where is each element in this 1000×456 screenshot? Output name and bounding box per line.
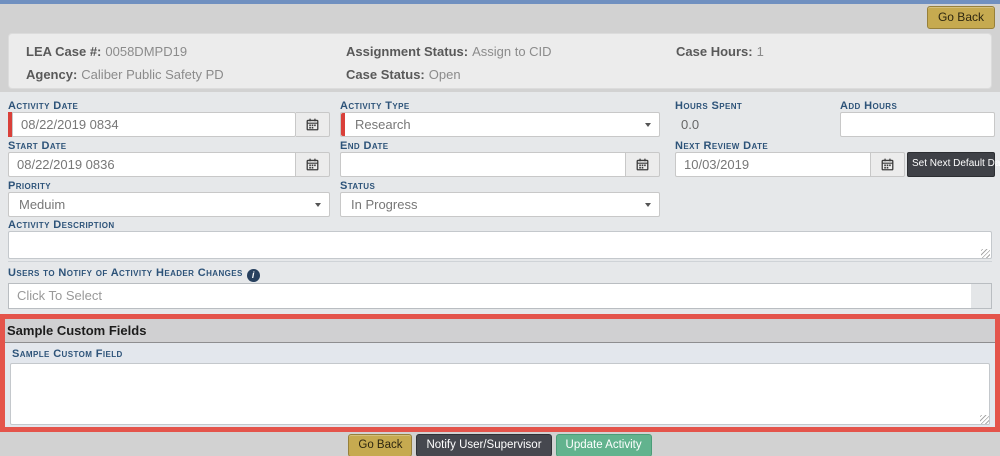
- start-date-calendar-button[interactable]: [296, 152, 330, 177]
- priority-label: Priority: [8, 180, 51, 192]
- hours-spent-value: 0.0: [681, 117, 699, 132]
- activity-type-select[interactable]: Research: [340, 112, 660, 137]
- start-date-input[interactable]: [8, 152, 296, 177]
- start-date-group: [8, 152, 330, 177]
- end-date-calendar-button[interactable]: [626, 152, 660, 177]
- add-hours-input[interactable]: [840, 112, 995, 137]
- footer-actions: Go Back Notify User/Supervisor Update Ac…: [0, 434, 1000, 456]
- chevron-down-icon: [645, 203, 651, 207]
- lea-case-value: 0058DMPD19: [105, 44, 187, 59]
- priority-select[interactable]: Meduim: [8, 192, 330, 217]
- users-to-notify-tail: [971, 284, 991, 308]
- go-back-button-top[interactable]: Go Back: [927, 6, 995, 29]
- next-review-date-input[interactable]: [675, 152, 871, 177]
- users-to-notify-select[interactable]: Click To Select: [8, 283, 992, 309]
- status-select[interactable]: In Progress: [340, 192, 660, 217]
- activity-date-calendar-button[interactable]: [296, 112, 330, 137]
- next-review-date-label: Next Review Date: [675, 140, 768, 152]
- notify-user-supervisor-button[interactable]: Notify User/Supervisor: [416, 434, 551, 456]
- next-review-date-calendar-button[interactable]: [871, 152, 905, 177]
- add-hours-group: [840, 112, 995, 137]
- go-back-button-bottom[interactable]: Go Back: [348, 434, 412, 456]
- agency-label: Agency:: [26, 67, 77, 82]
- users-to-notify-placeholder: Click To Select: [9, 284, 971, 308]
- hours-spent-label: Hours Spent: [675, 100, 742, 112]
- case-hours-value: 1: [757, 44, 764, 59]
- assignment-status: Assignment Status: Assign to CID: [346, 44, 552, 59]
- next-review-date-group: [675, 152, 905, 177]
- add-hours-label: Add Hours: [840, 100, 897, 112]
- status-value: In Progress: [341, 197, 645, 212]
- users-to-notify-label: Users to Notify of Activity Header Chang…: [8, 267, 260, 282]
- activity-type-value: Research: [345, 117, 645, 132]
- end-date-input[interactable]: [340, 152, 626, 177]
- activity-type-label: Activity Type: [340, 100, 410, 112]
- calendar-icon: [881, 158, 894, 171]
- chevron-down-icon: [645, 123, 651, 127]
- calendar-icon: [306, 158, 319, 171]
- activity-date-input[interactable]: [12, 112, 296, 137]
- calendar-icon: [636, 158, 649, 171]
- agency-value: Caliber Public Safety PD: [81, 67, 223, 82]
- activity-date-group: [8, 112, 330, 137]
- resize-grip-icon[interactable]: [981, 249, 990, 258]
- sample-custom-field-textarea[interactable]: [10, 363, 990, 425]
- case-status-value: Open: [429, 67, 461, 82]
- sample-custom-field-label: Sample Custom Field: [12, 348, 123, 360]
- assignment-status-value: Assign to CID: [472, 44, 551, 59]
- activity-form: Activity Date Activity Type Research Hou…: [0, 92, 1000, 314]
- case-status-label: Case Status:: [346, 67, 425, 82]
- lea-case-number: LEA Case #: 0058DMPD19: [26, 44, 187, 59]
- priority-value: Meduim: [9, 197, 315, 212]
- lea-case-label: LEA Case #:: [26, 44, 101, 59]
- start-date-label: Start Date: [8, 140, 66, 152]
- end-date-group: [340, 152, 660, 177]
- case-hours: Case Hours: 1: [676, 44, 764, 59]
- sample-custom-fields-header: Sample Custom Fields: [5, 319, 995, 343]
- resize-grip-icon[interactable]: [980, 415, 989, 424]
- case-summary-panel: LEA Case #: 0058DMPD19 Agency: Caliber Pub…: [8, 33, 992, 89]
- sample-custom-fields-section: Sample Custom Fields Sample Custom Field: [0, 314, 1000, 432]
- info-icon[interactable]: i: [247, 269, 260, 282]
- case-hours-label: Case Hours:: [676, 44, 753, 59]
- activity-description-textarea[interactable]: [8, 231, 992, 259]
- activity-description-label: Activity Description: [8, 219, 115, 231]
- update-activity-button[interactable]: Update Activity: [556, 434, 652, 456]
- set-next-default-date-button[interactable]: Set Next Default Date: [907, 152, 995, 177]
- case-activity-screen: Go Back LEA Case #: 0058DMPD19 Agency: Cal…: [0, 0, 1000, 456]
- top-accent-bar: [0, 0, 1000, 4]
- end-date-label: End Date: [340, 140, 389, 152]
- activity-date-label: Activity Date: [8, 100, 78, 112]
- case-status: Case Status: Open: [346, 67, 461, 82]
- chevron-down-icon: [315, 203, 321, 207]
- section-divider: [8, 261, 992, 262]
- users-to-notify-label-text: Users to Notify of Activity Header Chang…: [8, 267, 243, 279]
- agency: Agency: Caliber Public Safety PD: [26, 67, 224, 82]
- assignment-status-label: Assignment Status:: [346, 44, 468, 59]
- status-label: Status: [340, 180, 375, 192]
- calendar-icon: [306, 118, 319, 131]
